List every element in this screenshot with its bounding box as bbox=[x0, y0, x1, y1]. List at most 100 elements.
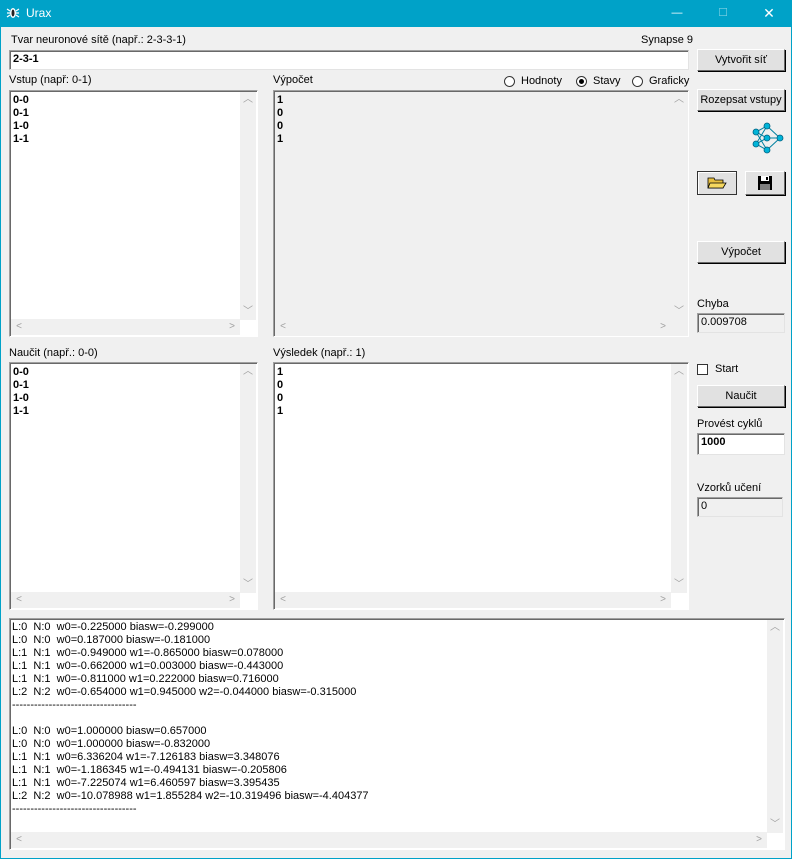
cycles-label: Provést cyklů bbox=[697, 418, 763, 430]
scroll-left-icon[interactable]: < bbox=[11, 319, 27, 335]
log-line: L:0 N:0 w0=1.000000 biasw=-0.832000 bbox=[12, 738, 211, 750]
log-line: L:1 N:1 w0=6.336204 w1=-7.126183 biasw=3… bbox=[12, 751, 280, 763]
log-line: L:0 N:0 w0=-0.225000 biasw=-0.299000 bbox=[12, 621, 214, 633]
scroll-right-icon[interactable]: > bbox=[224, 319, 240, 335]
scroll-right-icon[interactable]: > bbox=[655, 319, 671, 335]
input-line: 0-0 bbox=[13, 94, 29, 106]
log-line: L:0 N:0 w0=1.000000 biasw=0.657000 bbox=[12, 725, 207, 737]
learn-line: 0-0 bbox=[13, 366, 29, 378]
scroll-down-icon[interactable]: ﹀ bbox=[671, 577, 687, 593]
log-memo[interactable]: L:0 N:0 w0=-0.225000 biasw=-0.299000 L:0… bbox=[9, 618, 785, 850]
input-lines: 0-0 0-1 1-0 1-1 bbox=[13, 94, 29, 146]
log-line: L:2 N:2 w0=-0.654000 w1=0.945000 w2=-0.0… bbox=[12, 686, 357, 698]
window-title: Urax bbox=[26, 6, 52, 20]
open-file-button[interactable] bbox=[697, 171, 737, 195]
maximize-button[interactable]: ☐ bbox=[700, 0, 746, 27]
log-line: L:2 N:2 w0=-10.078988 w1=1.855284 w2=-10… bbox=[12, 790, 369, 802]
output-memo[interactable]: 1 0 0 1 ︿ ﹀ < > bbox=[273, 90, 689, 337]
scroll-down-icon[interactable]: ﹀ bbox=[767, 817, 783, 833]
scroll-left-icon[interactable]: < bbox=[275, 319, 291, 335]
learn-lines: 0-0 0-1 1-0 1-1 bbox=[13, 366, 29, 418]
save-file-button[interactable] bbox=[745, 171, 785, 195]
error-label: Chyba bbox=[697, 298, 729, 310]
log-line: L:1 N:1 w0=-7.225074 w1=6.460597 biasw=3… bbox=[12, 777, 280, 789]
result-horizontal-scrollbar[interactable]: < > bbox=[275, 592, 671, 608]
log-line: ---------------------------------- bbox=[12, 699, 137, 711]
mode-graphic-radio[interactable] bbox=[632, 76, 643, 87]
learn-vertical-scrollbar[interactable]: ︿ ﹀ bbox=[240, 364, 256, 593]
mode-states-label: Stavy bbox=[593, 75, 621, 87]
result-line: 0 bbox=[277, 379, 284, 391]
scroll-left-icon[interactable]: < bbox=[11, 592, 27, 608]
log-line: L:1 N:1 w0=-0.811000 w1=0.222000 biasw=0… bbox=[12, 673, 279, 685]
scroll-down-icon[interactable]: ﹀ bbox=[240, 304, 256, 320]
topology-input[interactable]: 2-3-1 bbox=[9, 50, 689, 70]
result-memo[interactable]: 1 0 0 1 ︿ ﹀ < > bbox=[273, 362, 689, 610]
output-vertical-scrollbar[interactable]: ︿ ﹀ bbox=[671, 92, 687, 320]
scroll-down-icon[interactable]: ﹀ bbox=[240, 577, 256, 593]
synapse-count: Synapse 9 bbox=[641, 34, 693, 46]
learn-horizontal-scrollbar[interactable]: < > bbox=[11, 592, 240, 608]
samples-label: Vzorků učení bbox=[697, 482, 762, 494]
scroll-right-icon[interactable]: > bbox=[224, 592, 240, 608]
input-vertical-scrollbar[interactable]: ︿ ﹀ bbox=[240, 92, 256, 320]
scroll-up-icon[interactable]: ︿ bbox=[671, 364, 687, 380]
log-line: ---------------------------------- bbox=[12, 803, 137, 815]
output-line: 0 bbox=[277, 120, 284, 132]
learn-label: Naučit (např.: 0-0) bbox=[9, 347, 98, 359]
floppy-disk-icon bbox=[758, 176, 772, 190]
input-line: 1-0 bbox=[13, 120, 29, 132]
input-line: 1-1 bbox=[13, 133, 29, 145]
mode-values-label: Hodnoty bbox=[521, 75, 562, 87]
scroll-right-icon[interactable]: > bbox=[751, 832, 767, 848]
log-line: L:1 N:1 w0=-0.662000 w1=0.003000 biasw=-… bbox=[12, 660, 284, 672]
start-label: Start bbox=[715, 363, 739, 375]
input-line: 0-1 bbox=[13, 107, 29, 119]
learn-line: 0-1 bbox=[13, 379, 29, 391]
output-label: Výpočet bbox=[273, 74, 313, 86]
scroll-left-icon[interactable]: < bbox=[275, 592, 291, 608]
compute-button[interactable]: Výpočet bbox=[697, 241, 785, 263]
result-line: 0 bbox=[277, 392, 284, 404]
scroll-up-icon[interactable]: ︿ bbox=[767, 620, 783, 636]
learn-button[interactable]: Naučit bbox=[697, 385, 785, 407]
result-line: 1 bbox=[277, 366, 284, 378]
result-line: 1 bbox=[277, 405, 284, 417]
log-vertical-scrollbar[interactable]: ︿ ﹀ bbox=[767, 620, 783, 833]
input-memo[interactable]: 0-0 0-1 1-0 1-1 ︿ ﹀ < > bbox=[9, 90, 258, 337]
scroll-left-icon[interactable]: < bbox=[11, 832, 27, 848]
input-horizontal-scrollbar[interactable]: < > bbox=[11, 319, 240, 335]
mode-graphic-label: Graficky bbox=[649, 75, 690, 87]
output-line: 1 bbox=[277, 133, 284, 145]
cycles-input[interactable]: 1000 bbox=[697, 433, 785, 455]
learn-line: 1-0 bbox=[13, 392, 29, 404]
error-value: 0.009708 bbox=[697, 313, 785, 333]
create-network-button[interactable]: Vytvořit síť bbox=[697, 49, 785, 71]
topology-label: Tvar neuronové sítě (např.: 2-3-3-1) bbox=[11, 34, 186, 46]
result-lines: 1 0 0 1 bbox=[277, 366, 283, 418]
title-bar: Urax — ☐ ✕ bbox=[0, 0, 792, 27]
scroll-right-icon[interactable]: > bbox=[655, 592, 671, 608]
expand-inputs-button[interactable]: Rozepsat vstupy bbox=[697, 89, 785, 111]
scroll-down-icon[interactable]: ﹀ bbox=[671, 304, 687, 320]
scroll-up-icon[interactable]: ︿ bbox=[671, 92, 687, 108]
minimize-button[interactable]: — bbox=[654, 0, 700, 27]
log-line: L:0 N:0 w0=0.187000 biasw=-0.181000 bbox=[12, 634, 211, 646]
start-checkbox[interactable] bbox=[697, 364, 708, 375]
result-label: Výsledek (např.: 1) bbox=[273, 347, 366, 359]
app-icon bbox=[6, 8, 20, 18]
close-button[interactable]: ✕ bbox=[746, 0, 792, 27]
output-horizontal-scrollbar[interactable]: < > bbox=[275, 319, 671, 335]
learn-memo[interactable]: 0-0 0-1 1-0 1-1 ︿ ﹀ < > bbox=[9, 362, 258, 610]
output-lines: 1 0 0 1 bbox=[277, 94, 283, 146]
learn-line: 1-1 bbox=[13, 405, 29, 417]
mode-states-radio[interactable] bbox=[576, 76, 587, 87]
scroll-up-icon[interactable]: ︿ bbox=[240, 92, 256, 108]
samples-value: 0 bbox=[697, 497, 783, 517]
mode-values-radio[interactable] bbox=[504, 76, 515, 87]
scroll-up-icon[interactable]: ︿ bbox=[240, 364, 256, 380]
log-horizontal-scrollbar[interactable]: < > bbox=[11, 832, 767, 848]
result-vertical-scrollbar[interactable]: ︿ ﹀ bbox=[671, 364, 687, 593]
output-line: 0 bbox=[277, 107, 284, 119]
